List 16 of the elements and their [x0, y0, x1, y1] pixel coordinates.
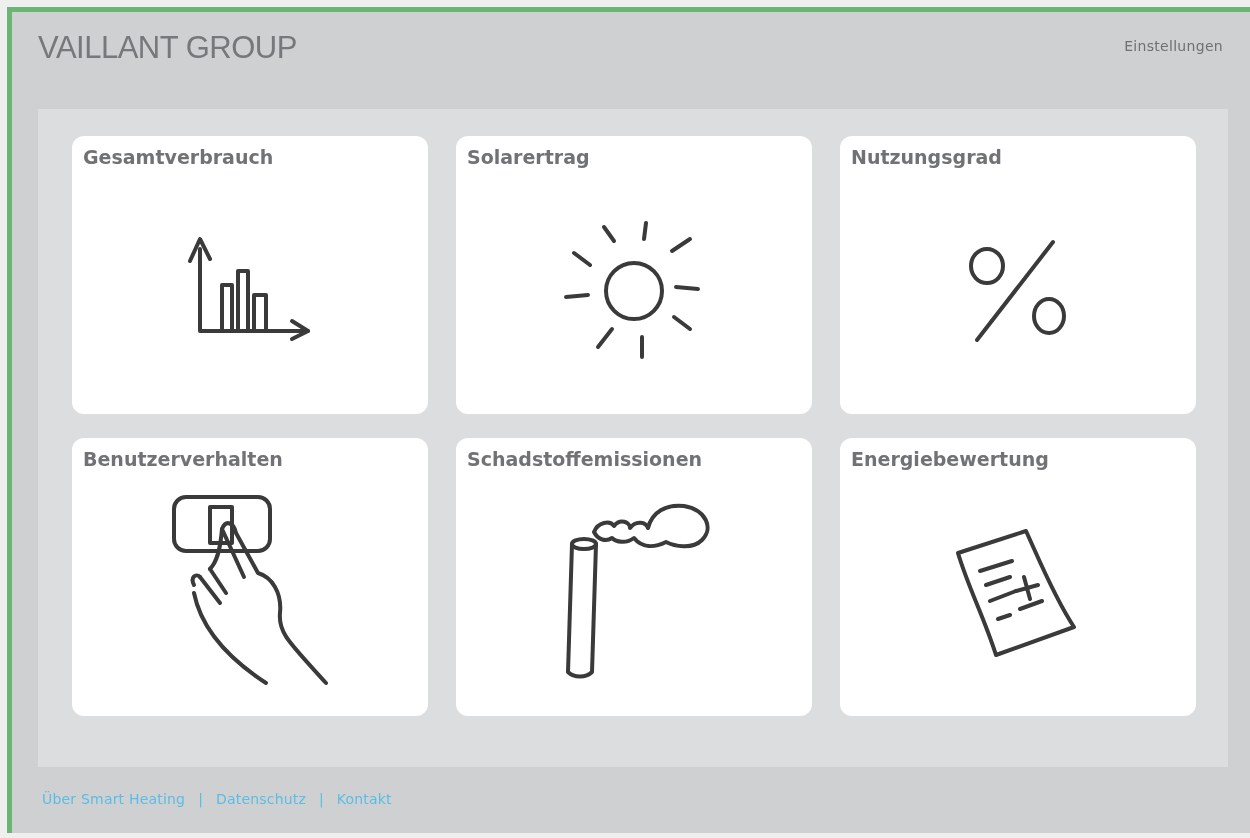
tile-title: Solarertrag — [466, 145, 591, 168]
settings-link[interactable]: Einstellungen — [1124, 38, 1223, 54]
dashboard-tile[interactable]: Schadstoffemissionen — [456, 438, 812, 716]
company-logo: VAILLANT GROUP — [38, 30, 297, 66]
dashboard-tile[interactable]: Nutzungsgrad — [840, 136, 1196, 414]
tile-title: Benutzerverhalten — [82, 447, 284, 470]
tile-title: Gesamtverbrauch — [82, 145, 275, 168]
separator: | — [198, 791, 203, 807]
tile-title: Energiebewertung — [850, 447, 1050, 470]
tile-title: Nutzungsgrad — [850, 145, 1003, 168]
dashboard-tile[interactable]: Solarertrag — [456, 136, 812, 414]
dashboard-tile[interactable]: Gesamtverbrauch — [72, 136, 428, 414]
dashboard-tile[interactable]: Energiebewertung — [840, 438, 1196, 716]
separator: | — [319, 791, 324, 807]
dashboard-tile[interactable]: Benutzerverhalten — [72, 438, 428, 716]
tile-title: Schadstoffemissionen — [466, 447, 704, 470]
